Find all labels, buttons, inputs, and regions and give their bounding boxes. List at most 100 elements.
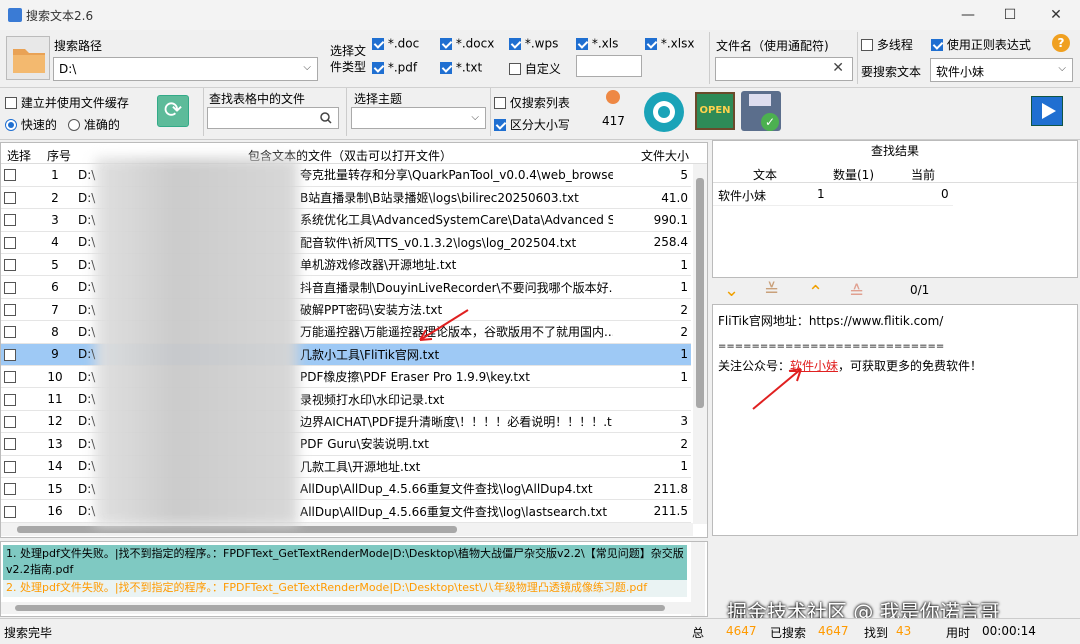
first-icon[interactable]: ≙	[849, 282, 864, 303]
browse-folder-button[interactable]	[6, 36, 50, 80]
checkbox[interactable]	[4, 236, 16, 249]
regex-toggle[interactable]: 使用正则表达式	[931, 36, 1031, 53]
row-index: 10	[35, 365, 75, 389]
row-checkbox[interactable]	[1, 208, 35, 232]
checkbox[interactable]	[4, 348, 16, 361]
path-combo[interactable]: D:\ ⌵	[53, 57, 318, 81]
vertical-scrollbar[interactable]	[693, 164, 707, 524]
row-checkbox[interactable]	[1, 298, 35, 322]
col-index[interactable]: 序号	[47, 147, 71, 164]
checkbox[interactable]	[4, 505, 16, 518]
checkbox[interactable]	[4, 438, 16, 451]
scroll-thumb[interactable]	[696, 178, 704, 408]
filetype-txt[interactable]: *.txt	[440, 60, 482, 75]
radio[interactable]	[5, 118, 17, 131]
search-text-combo[interactable]: 软件小妹 ⌵	[930, 58, 1073, 82]
help-icon[interactable]: ?	[1052, 34, 1070, 52]
row-checkbox[interactable]	[1, 320, 35, 344]
checkbox[interactable]	[4, 214, 16, 227]
filename-input[interactable]: ✕	[715, 57, 853, 81]
checkbox[interactable]	[4, 415, 16, 428]
minimize-button[interactable]: —	[957, 4, 979, 26]
row-checkbox[interactable]	[1, 387, 35, 411]
row-checkbox[interactable]	[1, 432, 35, 456]
row-checkbox[interactable]	[1, 499, 35, 523]
checkbox[interactable]	[509, 62, 521, 75]
list-only-toggle[interactable]: 仅搜索列表	[494, 94, 570, 111]
col-select[interactable]: 选择	[7, 147, 31, 164]
checkbox[interactable]	[4, 304, 16, 317]
filetype-doc[interactable]: *.doc	[372, 36, 419, 51]
preview-panel[interactable]: FliTik官网地址：https://www.flitik.com/ =====…	[712, 304, 1078, 536]
filetype-pdf[interactable]: *.pdf	[372, 60, 417, 75]
checkbox[interactable]	[4, 192, 16, 205]
cache-toggle[interactable]: 建立并使用文件缓存	[5, 94, 129, 111]
checkbox[interactable]	[372, 61, 384, 74]
row-checkbox[interactable]	[1, 275, 35, 299]
checkbox[interactable]	[440, 61, 452, 74]
log-scrollbar[interactable]	[691, 542, 705, 616]
checkbox[interactable]	[4, 393, 16, 406]
checkbox[interactable]	[509, 37, 521, 50]
divider	[346, 88, 347, 136]
checkbox[interactable]	[4, 259, 16, 272]
refresh-icon[interactable]: ⟳	[157, 95, 189, 127]
log-hscrollbar[interactable]	[1, 602, 691, 614]
mode-fast[interactable]: 快速的	[5, 116, 57, 133]
row-checkbox[interactable]	[1, 455, 35, 478]
maximize-button[interactable]: ☐	[999, 4, 1021, 26]
checkbox[interactable]	[372, 37, 384, 50]
row-checkbox[interactable]	[1, 410, 35, 434]
checkbox[interactable]	[4, 371, 16, 384]
checkbox[interactable]	[4, 281, 16, 294]
filetype-wps[interactable]: *.wps	[509, 36, 558, 51]
filetype-xls[interactable]: *.xls	[576, 36, 618, 51]
results-col-current[interactable]: 当前	[911, 166, 935, 183]
table-search-input[interactable]	[207, 107, 339, 129]
checkbox[interactable]	[576, 37, 588, 50]
row-size: 1	[613, 275, 691, 299]
clear-icon[interactable]: ✕	[832, 60, 844, 76]
checkbox[interactable]	[861, 38, 873, 51]
row-checkbox[interactable]	[1, 343, 35, 367]
checkbox[interactable]	[4, 460, 16, 473]
checkbox[interactable]	[494, 118, 506, 131]
checkbox[interactable]	[440, 37, 452, 50]
row-checkbox[interactable]	[1, 164, 35, 187]
custom-ext-input[interactable]	[576, 55, 642, 77]
row-checkbox[interactable]	[1, 253, 35, 277]
checkbox[interactable]	[4, 169, 16, 182]
scroll-thumb[interactable]	[17, 526, 457, 533]
checkbox[interactable]	[4, 326, 16, 339]
results-col-count[interactable]: 数量(1)	[833, 166, 874, 183]
prev-icon[interactable]: ⌃	[808, 282, 823, 303]
last-icon[interactable]: ≚	[764, 280, 779, 301]
open-sign-icon[interactable]: OPEN	[695, 92, 735, 130]
case-toggle[interactable]: 区分大小写	[494, 116, 570, 133]
results-col-text[interactable]: 文本	[753, 166, 777, 183]
col-size[interactable]: 文件大小	[641, 147, 689, 164]
theme-combo[interactable]: ⌵	[351, 107, 486, 129]
row-checkbox[interactable]	[1, 186, 35, 210]
filetype-custom[interactable]: 自定义	[509, 60, 561, 77]
filetype-docx[interactable]: *.docx	[440, 36, 494, 51]
play-button[interactable]	[1031, 96, 1063, 126]
radio[interactable]	[68, 118, 80, 131]
checkbox[interactable]	[931, 38, 943, 51]
multithread-toggle[interactable]: 多线程	[861, 36, 913, 53]
row-checkbox[interactable]	[1, 231, 35, 255]
checkbox[interactable]	[5, 96, 17, 109]
error-log[interactable]: 1. 处理pdf文件失败。|找不到指定的程序。：FPDFText_GetText…	[0, 541, 708, 617]
row-checkbox[interactable]	[1, 477, 35, 501]
settings-gear-icon[interactable]	[642, 90, 686, 134]
mode-accurate[interactable]: 准确的	[68, 116, 120, 133]
next-icon[interactable]: ⌄	[724, 280, 739, 301]
row-checkbox[interactable]	[1, 365, 35, 389]
checkbox[interactable]	[645, 37, 657, 50]
filetype-xlsx[interactable]: *.xlsx	[645, 36, 694, 51]
checkbox[interactable]	[4, 483, 16, 496]
close-button[interactable]: ✕	[1045, 4, 1067, 26]
results-row[interactable]: 软件小妹 1 0	[713, 184, 953, 206]
checkbox[interactable]	[494, 96, 506, 109]
save-icon[interactable]: ✓	[741, 91, 781, 131]
